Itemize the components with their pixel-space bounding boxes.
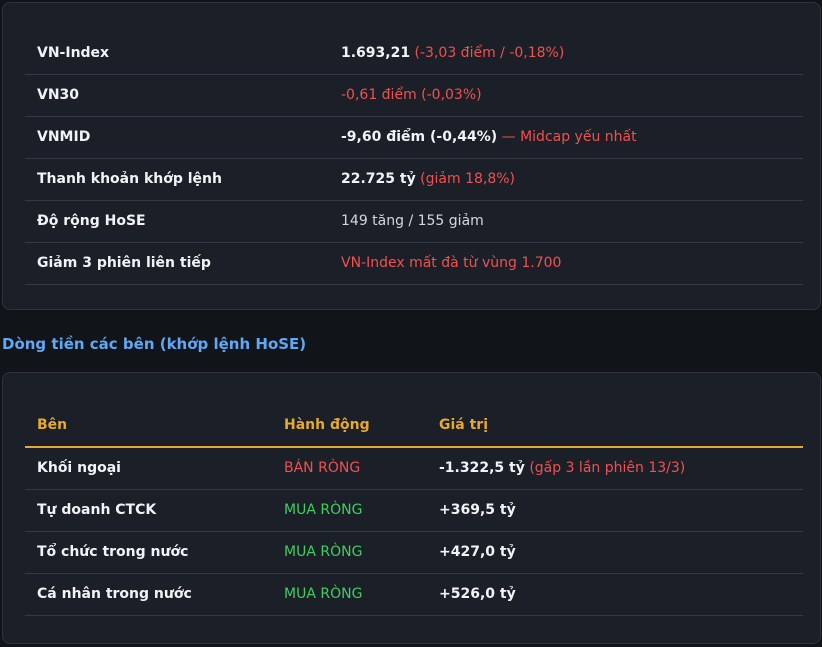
flow-value: +369,5 tỷ bbox=[439, 502, 516, 518]
market-change-note: (-3,03 điểm / -0,18%) bbox=[414, 45, 565, 61]
market-value-group: -9,60 điểm (-0,44%) — Midcap yếu nhất bbox=[341, 117, 637, 158]
header-action: Hành động bbox=[284, 417, 370, 433]
flow-value: -1.322,5 tỷ bbox=[439, 460, 525, 476]
market-change-note: — Midcap yếu nhất bbox=[501, 129, 637, 145]
market-row-vn30: VN30 -0,61 điểm (-0,03%) bbox=[25, 75, 803, 117]
flow-note: (gấp 3 lần phiên 13/3) bbox=[529, 460, 686, 476]
table-row: Tự doanh CTCK MUA RÒNG +369,5 tỷ bbox=[25, 490, 803, 532]
table-row: Tổ chức trong nước MUA RÒNG +427,0 tỷ bbox=[25, 532, 803, 574]
action-label: MUA RÒNG bbox=[284, 544, 363, 560]
section-title: Dòng tiền các bên (khớp lệnh HoSE) bbox=[2, 335, 307, 353]
market-row-vnindex: VN-Index 1.693,21 (-3,03 điểm / -0,18%) bbox=[25, 33, 803, 75]
market-value-group: 1.693,21 (-3,03 điểm / -0,18%) bbox=[341, 33, 564, 74]
market-label: Giảm 3 phiên liên tiếp bbox=[37, 255, 211, 271]
party-name: Cá nhân trong nước bbox=[37, 586, 192, 602]
table-row: Khối ngoại BÁN RÒNG -1.322,5 tỷ (gấp 3 l… bbox=[25, 448, 803, 490]
flow-value: +526,0 tỷ bbox=[439, 586, 516, 602]
market-row-losing-streak: Giảm 3 phiên liên tiếp VN-Index mất đà t… bbox=[25, 243, 803, 285]
market-row-breadth: Độ rộng HoSE 149 tăng / 155 giảm bbox=[25, 201, 803, 243]
market-label: Độ rộng HoSE bbox=[37, 213, 146, 229]
market-change-note: (giảm 18,8%) bbox=[420, 171, 516, 187]
market-value: -9,60 điểm (-0,44%) bbox=[341, 129, 498, 145]
header-party: Bên bbox=[37, 417, 68, 433]
market-label: VNMID bbox=[37, 129, 91, 145]
market-summary-card: VN-Index 1.693,21 (-3,03 điểm / -0,18%) … bbox=[2, 2, 821, 310]
market-label: VN-Index bbox=[37, 45, 110, 61]
market-row-vnmid: VNMID -9,60 điểm (-0,44%) — Midcap yếu n… bbox=[25, 117, 803, 159]
party-name: Tổ chức trong nước bbox=[37, 544, 189, 560]
market-value: 22.725 tỷ bbox=[341, 171, 416, 187]
flow-value: +427,0 tỷ bbox=[439, 544, 516, 560]
market-row-liquidity: Thanh khoản khớp lệnh 22.725 tỷ (giảm 18… bbox=[25, 159, 803, 201]
market-label: VN30 bbox=[37, 87, 80, 103]
table-row: Cá nhân trong nước MUA RÒNG +526,0 tỷ bbox=[25, 574, 803, 616]
action-label: MUA RÒNG bbox=[284, 502, 363, 518]
market-change-note: -0,61 điểm (-0,03%) bbox=[341, 87, 482, 103]
party-name: Khối ngoại bbox=[37, 460, 121, 476]
market-change-note: VN-Index mất đà từ vùng 1.700 bbox=[341, 255, 562, 271]
header-value: Giá trị bbox=[439, 417, 489, 433]
action-label: MUA RÒNG bbox=[284, 586, 363, 602]
market-value-group: 22.725 tỷ (giảm 18,8%) bbox=[341, 159, 515, 200]
market-value: 1.693,21 bbox=[341, 45, 411, 61]
market-value: 149 tăng / 155 giảm bbox=[341, 213, 484, 229]
flow-value-group: -1.322,5 tỷ (gấp 3 lần phiên 13/3) bbox=[439, 448, 685, 489]
action-label: BÁN RÒNG bbox=[284, 460, 361, 476]
money-flow-card: Bên Hành động Giá trị Khối ngoại BÁN RÒN… bbox=[2, 372, 821, 644]
table-header: Bên Hành động Giá trị bbox=[25, 405, 803, 448]
market-label: Thanh khoản khớp lệnh bbox=[37, 171, 222, 187]
party-name: Tự doanh CTCK bbox=[37, 502, 157, 518]
